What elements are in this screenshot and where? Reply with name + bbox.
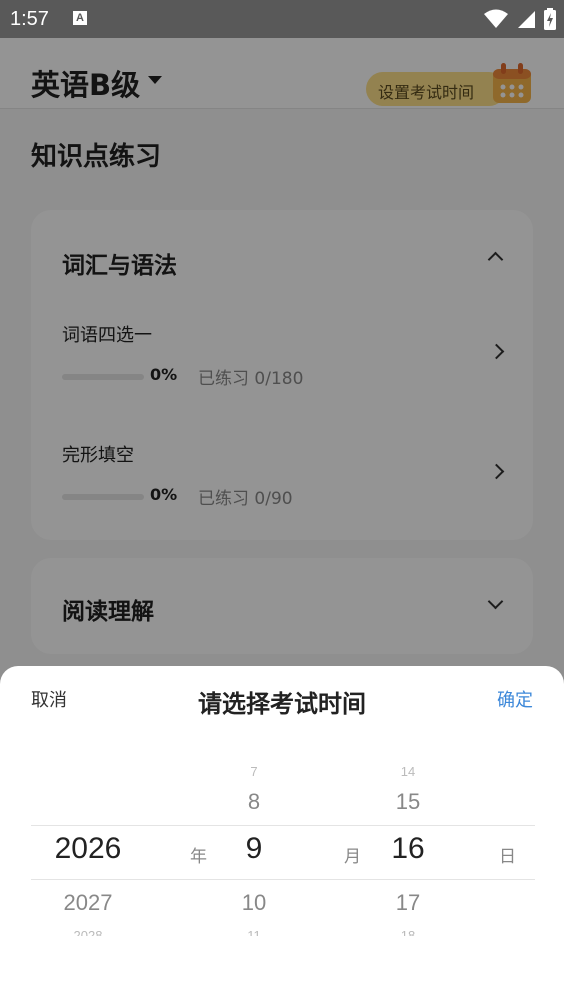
day-unit-label: 日 xyxy=(499,847,516,867)
battery-icon xyxy=(544,8,556,30)
status-time: 1:57 xyxy=(10,8,49,30)
status-bar: 1:57 A xyxy=(0,0,564,38)
wheel-option[interactable]: 14 xyxy=(372,766,444,779)
month-unit-label: 月 xyxy=(344,847,361,867)
selected-month[interactable]: 9 xyxy=(218,832,290,866)
selected-day[interactable]: 16 xyxy=(372,832,444,866)
picker-title: 请选择考试时间 xyxy=(198,690,366,718)
wheel-option[interactable]: 11 xyxy=(218,928,290,936)
wheel-option[interactable]: 15 xyxy=(372,789,444,815)
date-wheels: 2026 2027 2028 7 8 9 10 11 14 15 16 17 1… xyxy=(0,766,564,936)
wheel-option[interactable]: 18 xyxy=(372,928,444,936)
wheel-option[interactable]: 17 xyxy=(372,890,444,916)
notification-icon: A xyxy=(73,11,87,25)
wheel-option[interactable]: 2028 xyxy=(30,928,146,936)
status-icons xyxy=(484,8,556,30)
wheel-option[interactable]: 7 xyxy=(218,766,290,779)
date-picker-sheet: 取消 请选择考试时间 确定 2026 2027 2028 7 8 9 10 11… xyxy=(0,666,564,1002)
confirm-button[interactable]: 确定 xyxy=(497,686,533,712)
selected-year[interactable]: 2026 xyxy=(30,832,146,866)
year-unit-label: 年 xyxy=(190,847,207,867)
wheel-option[interactable]: 2027 xyxy=(30,890,146,916)
day-wheel[interactable]: 14 15 16 17 18 xyxy=(372,766,444,936)
year-wheel[interactable]: 2026 2027 2028 xyxy=(30,766,146,936)
month-wheel[interactable]: 7 8 9 10 11 xyxy=(218,766,290,936)
wheel-option[interactable]: 8 xyxy=(218,789,290,815)
wifi-icon xyxy=(484,9,508,28)
wheel-option[interactable]: 10 xyxy=(218,890,290,916)
signal-icon xyxy=(518,11,535,28)
